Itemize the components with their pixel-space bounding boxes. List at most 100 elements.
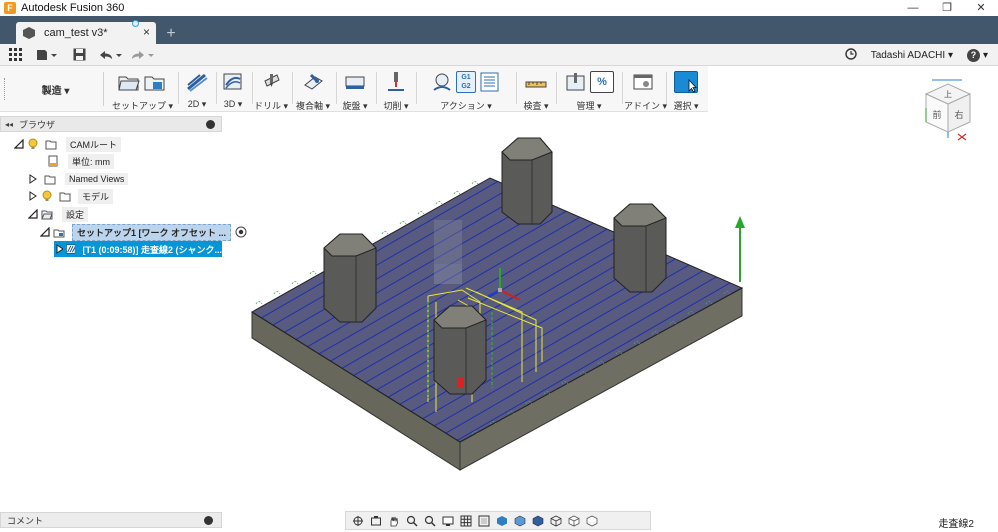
lightbulb-icon[interactable]	[41, 190, 53, 202]
expand-open-icon[interactable]	[14, 139, 24, 149]
expand-open-icon[interactable]	[40, 227, 50, 237]
select-group[interactable]: 選択 ▾	[668, 68, 704, 111]
job-status-clock-icon[interactable]	[844, 47, 857, 63]
viewports-icon[interactable]	[478, 515, 490, 527]
multiaxis-group-label: 複合軸 ▾	[295, 101, 331, 111]
expand-closed-icon[interactable]	[28, 174, 38, 184]
workspace-switcher[interactable]: 製造 ▾	[8, 72, 104, 106]
units-doc-icon	[48, 155, 58, 167]
manage-group-label: 管理 ▾	[576, 101, 602, 111]
shaded-edges-cube-icon[interactable]	[514, 515, 526, 527]
add-comment-icon[interactable]	[204, 516, 213, 525]
folder-icon	[44, 175, 56, 185]
wireframe-cube-icon[interactable]	[550, 515, 562, 527]
close-window-button[interactable]: ✕	[964, 0, 998, 16]
look-at-icon[interactable]	[370, 515, 382, 527]
expand-closed-icon[interactable]	[55, 244, 63, 254]
expand-open-icon[interactable]	[28, 209, 38, 219]
tree-item-setup1[interactable]: セットアップ1 [ワーク オフセット ...	[40, 223, 247, 241]
help-menu[interactable]: ? ▾	[966, 48, 988, 62]
browser-title: ブラウザ	[19, 119, 56, 130]
sync-status-icon	[132, 20, 139, 27]
post-process-g1g2-icon: G1 G2	[456, 71, 476, 93]
2d-group[interactable]: 2D ▾	[182, 68, 212, 110]
comments-panel[interactable]: コメント	[0, 512, 222, 528]
grid-settings-icon[interactable]	[460, 515, 472, 527]
ribbon-toolbar: 製造 ▾ セットアップ ▾ 2D ▾ 3D ▾ ドリル ▾ 複合軸 ▾ 旋盤 ▾…	[0, 66, 708, 112]
3d-viewport[interactable]	[222, 112, 998, 512]
tree-item-model[interactable]: モデル	[28, 188, 114, 204]
multiaxis-group[interactable]: 複合軸 ▾	[294, 68, 332, 111]
g1-label: G1	[461, 74, 471, 81]
document-tab[interactable]: cam_test v3* ×	[16, 20, 156, 44]
ribbon-grip	[4, 78, 6, 100]
browser-header: ◂◂ ブラウザ	[0, 116, 222, 132]
viewcube-top-label: 上	[944, 90, 952, 99]
display-settings-icon[interactable]	[442, 515, 454, 527]
document-tab-strip: cam_test v3* × +	[0, 16, 998, 44]
title-bar: F Autodesk Fusion 360 — ❐ ✕	[0, 0, 998, 16]
inspect-group[interactable]: 検査 ▾	[518, 68, 554, 111]
tree-label: 単位: mm	[68, 153, 114, 169]
comments-label: コメント	[7, 515, 44, 526]
tree-label: Named Views	[65, 173, 129, 185]
tree-item-named-views[interactable]: Named Views	[28, 171, 129, 187]
close-tab-button[interactable]: ×	[143, 25, 150, 39]
addins-group[interactable]: アドイン ▾	[624, 68, 668, 111]
manage-group[interactable]: % 管理 ▾	[558, 68, 620, 111]
browser-collapse-icon[interactable]: ◂◂	[5, 120, 13, 129]
new-tab-button[interactable]: +	[162, 25, 180, 43]
fit-zoom-icon[interactable]	[424, 515, 436, 527]
undo-icon[interactable]	[94, 44, 126, 66]
cutting-icon	[388, 72, 404, 91]
redo-icon[interactable]	[126, 44, 158, 66]
tree-item-operation1[interactable]: [T1 (0:09:58)] 走査線2 (シャンク...	[54, 241, 222, 257]
document-tab-title: cam_test v3*	[44, 27, 108, 39]
multiaxis-icon	[304, 73, 323, 90]
actions-group-label: アクション ▾	[440, 101, 492, 111]
shaded-cube-icon[interactable]	[496, 515, 508, 527]
select-group-label: 選択 ▾	[673, 101, 699, 111]
3d-group-label: 3D ▾	[223, 99, 243, 109]
tree-item-units[interactable]: 単位: mm	[44, 153, 114, 169]
save-icon[interactable]	[64, 44, 94, 66]
wireframe-hidden-cube-icon[interactable]	[568, 515, 580, 527]
tree-label: モデル	[78, 188, 114, 204]
app-title: Autodesk Fusion 360	[21, 2, 125, 14]
expand-closed-icon[interactable]	[28, 191, 38, 201]
tree-item-cam-root[interactable]: CAMルート	[14, 136, 121, 152]
hidden-edges-cube-icon[interactable]	[532, 515, 544, 527]
2d-adaptive-icon	[187, 73, 208, 92]
turning-icon	[345, 76, 365, 89]
orbit-icon[interactable]	[352, 515, 364, 527]
setup-sheet-icon	[480, 72, 499, 92]
cutting-group[interactable]: 切削 ▾	[378, 68, 414, 111]
minimize-button[interactable]: —	[896, 0, 930, 16]
tree-item-setups[interactable]: 設定	[28, 206, 89, 222]
maximize-button[interactable]: ❐	[930, 0, 964, 16]
addins-group-label: アドイン ▾	[624, 101, 668, 111]
setup-group[interactable]: セットアップ ▾	[112, 68, 173, 111]
browser-pin-icon[interactable]	[206, 120, 215, 129]
g2-label: G2	[461, 83, 471, 90]
setup-icon	[53, 229, 65, 238]
3d-adaptive-icon	[223, 73, 242, 90]
3d-group[interactable]: 3D ▾	[218, 68, 248, 110]
user-account-menu[interactable]: Tadashi ADACHI ▾	[871, 50, 953, 61]
actions-group[interactable]: G1 G2 アクション ▾	[418, 68, 514, 111]
pan-hand-icon[interactable]	[388, 515, 400, 527]
tree-label: CAMルート	[66, 136, 121, 152]
drill-group[interactable]: ドリル ▾	[254, 68, 288, 111]
file-menu-icon[interactable]	[30, 44, 64, 66]
outline-cube-icon[interactable]	[586, 515, 598, 527]
machine-axis-icon	[735, 216, 745, 282]
scripts-addins-icon	[633, 74, 653, 90]
setup-sheet-folder-icon	[144, 76, 165, 91]
turning-group[interactable]: 旋盤 ▾	[338, 68, 372, 111]
zoom-icon[interactable]	[406, 515, 418, 527]
model-icon	[59, 192, 71, 202]
data-panel-grid-icon[interactable]	[0, 44, 30, 66]
boss-back	[501, 137, 553, 225]
lightbulb-icon[interactable]	[27, 138, 39, 150]
new-setup-folder-icon	[118, 76, 140, 91]
